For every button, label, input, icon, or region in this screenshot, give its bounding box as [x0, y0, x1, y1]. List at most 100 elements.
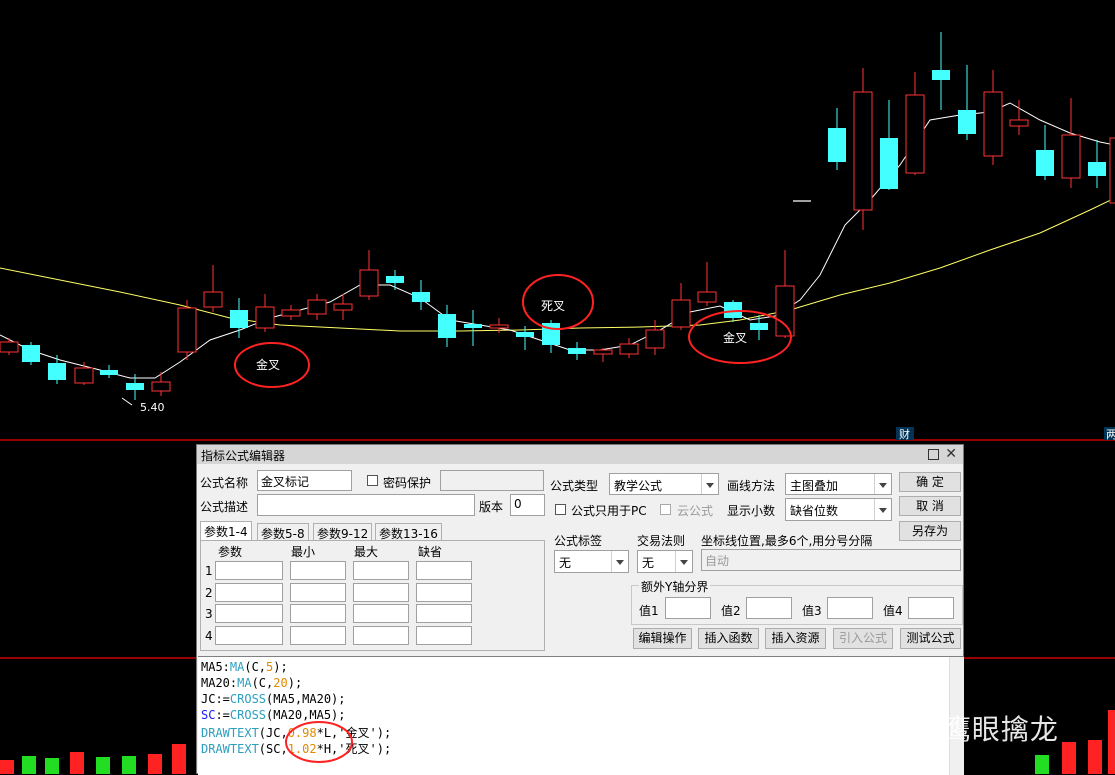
cloud-checkbox[interactable] [660, 504, 671, 515]
param-header-name: 参数 [218, 545, 243, 559]
param-input[interactable] [215, 561, 283, 580]
close-icon[interactable]: ✕ [945, 445, 957, 463]
param-header-max: 最大 [354, 545, 379, 559]
dialog-titlebar[interactable]: 指标公式编辑器 ✕ [197, 445, 963, 464]
candle-body [671, 299, 691, 328]
formula-type-value: 教学公式 [614, 479, 663, 493]
password-checkbox[interactable] [367, 475, 378, 486]
candle-body [568, 348, 586, 354]
param-input[interactable] [353, 582, 409, 602]
show-decimal-select[interactable]: 缺省位数 [785, 498, 892, 521]
cloud-label: 云公式 [677, 504, 714, 518]
value2-label: 值2 [721, 604, 741, 618]
maximize-icon[interactable] [928, 449, 939, 460]
candle-body [359, 269, 379, 297]
candle-body [775, 285, 795, 337]
value2-input[interactable] [746, 597, 792, 619]
right-badge-label: 两 [1106, 428, 1115, 441]
param-input[interactable] [290, 604, 346, 623]
version-label: 版本 [479, 500, 504, 514]
formula-name-input[interactable]: 金叉标记 [257, 470, 352, 491]
axis-position-label: 坐标线位置,最多6个,用分号分隔 [701, 534, 873, 548]
test-formula-button[interactable]: 测试公式 [900, 628, 961, 649]
param-input[interactable] [416, 604, 472, 623]
pc-only-label: 公式只用于PC [571, 504, 647, 518]
volume-bar [1108, 710, 1115, 774]
params-area: 参数1-4 参数5-8 参数9-12 参数13-16 参数 最小 最大 缺省 1… [200, 521, 545, 651]
candle-body [100, 370, 118, 375]
version-input[interactable]: 0 [510, 494, 545, 516]
chevron-down-icon [611, 551, 628, 572]
param-input[interactable] [290, 625, 346, 645]
candle-body [853, 91, 873, 211]
low-price-marker [121, 397, 133, 406]
finance-badge-label: 财 [899, 427, 910, 441]
code-line-1: MA5:MA(C,5); [201, 660, 288, 674]
formula-desc-input[interactable] [257, 494, 475, 516]
candle-body [905, 94, 925, 174]
password-label: 密码保护 [383, 476, 432, 490]
candle-body [230, 310, 248, 328]
param-input[interactable] [290, 582, 346, 602]
param-input[interactable] [215, 625, 283, 645]
param-header-default: 缺省 [418, 545, 443, 559]
axis-position-input[interactable]: 自动 [701, 549, 961, 571]
candle-body [74, 367, 94, 384]
candle-body [1088, 162, 1106, 176]
cancel-button[interactable]: 取 消 [899, 496, 961, 516]
candle-body [489, 324, 509, 329]
password-input[interactable] [440, 470, 544, 491]
candle-body [177, 307, 197, 353]
tab-params-1-4[interactable]: 参数1-4 [200, 521, 252, 540]
death-cross-label: 死叉 [541, 299, 565, 313]
candle-body [593, 349, 613, 355]
value1-label: 值1 [639, 604, 659, 618]
formula-tag-select[interactable]: 无 [554, 550, 629, 573]
candle-body [1009, 119, 1029, 127]
pc-only-checkbox[interactable] [555, 504, 566, 515]
golden-cross-label-2: 金叉 [723, 330, 747, 345]
volume-bar [70, 752, 84, 774]
show-decimal-value: 缺省位数 [790, 504, 839, 518]
candle-body [958, 110, 976, 134]
ok-button[interactable]: 确 定 [899, 472, 961, 492]
volume-bar [96, 757, 110, 774]
volume-bar [22, 756, 36, 774]
param-input[interactable] [353, 625, 409, 645]
code-line-3: JC:=CROSS(MA5,MA20); [201, 692, 346, 706]
params-panel: 参数 最小 最大 缺省 1 2 3 4 [200, 540, 545, 651]
param-input[interactable] [215, 604, 283, 623]
candle-body [516, 332, 534, 337]
param-input[interactable] [416, 582, 472, 602]
volume-bar [148, 754, 162, 774]
param-input[interactable] [215, 582, 283, 602]
insert-function-button[interactable]: 插入函数 [698, 628, 759, 649]
param-input[interactable] [416, 561, 472, 580]
candle-body [1061, 134, 1081, 179]
draw-method-select[interactable]: 主图叠加 [785, 473, 892, 495]
save-as-button[interactable]: 另存为 [899, 521, 961, 541]
insert-resource-button[interactable]: 插入资源 [765, 628, 826, 649]
value4-input[interactable] [908, 597, 954, 619]
import-formula-button[interactable]: 引入公式 [833, 628, 893, 649]
value3-input[interactable] [827, 597, 873, 619]
tab-params-5-8[interactable]: 参数5-8 [257, 523, 309, 541]
param-row-label: 4 [205, 628, 213, 643]
param-input[interactable] [353, 561, 409, 580]
candlesticks [0, 32, 1115, 400]
param-row-label: 2 [205, 585, 213, 600]
dialog-title: 指标公式编辑器 [201, 449, 286, 463]
tab-params-9-12[interactable]: 参数9-12 [313, 523, 373, 541]
tab-params-13-16[interactable]: 参数13-16 [375, 523, 442, 541]
candle-body [151, 381, 171, 392]
edit-operation-button[interactable]: 编辑操作 [633, 628, 692, 649]
param-input[interactable] [290, 561, 346, 580]
formula-type-select[interactable]: 教学公式 [609, 473, 719, 495]
candle-body [724, 302, 742, 318]
candle-body [22, 345, 40, 362]
candle-body [750, 323, 768, 330]
value1-input[interactable] [665, 597, 711, 619]
param-input[interactable] [416, 625, 472, 645]
trade-rule-select[interactable]: 无 [637, 550, 693, 573]
param-input[interactable] [353, 604, 409, 623]
